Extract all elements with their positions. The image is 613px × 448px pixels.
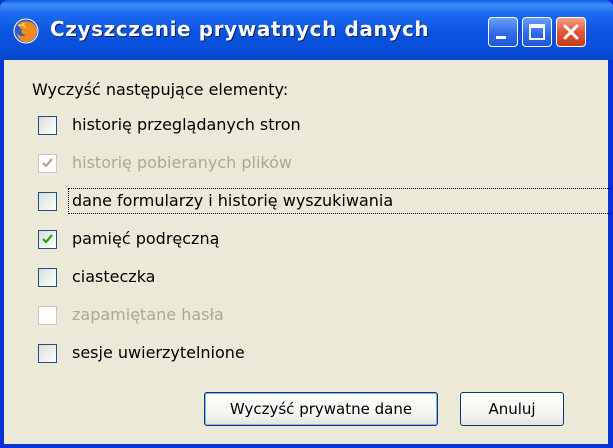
option-label: ciasteczka bbox=[72, 267, 156, 286]
window-title: Czyszczenie prywatnych danych bbox=[50, 17, 430, 41]
close-icon bbox=[563, 24, 579, 40]
maximize-icon bbox=[529, 24, 545, 40]
checkbox[interactable] bbox=[38, 230, 57, 249]
cancel-button[interactable]: Anuluj bbox=[460, 392, 564, 426]
dialog-window: Czyszczenie prywatnych danych Wyczyść na… bbox=[0, 0, 613, 448]
clear-private-data-button[interactable]: Wyczyść prywatne dane bbox=[204, 392, 438, 426]
dialog-body: Wyczyść następujące elementy: historię p… bbox=[4, 60, 613, 444]
option-label: dane formularzy i historię wyszukiwania bbox=[72, 191, 394, 210]
minimize-icon bbox=[496, 36, 506, 39]
minimize-button[interactable] bbox=[488, 17, 518, 47]
firefox-icon bbox=[13, 18, 39, 44]
close-button[interactable] bbox=[556, 17, 586, 47]
checkmark-icon bbox=[42, 234, 53, 244]
checkbox[interactable] bbox=[38, 344, 57, 363]
checkbox[interactable] bbox=[38, 192, 57, 211]
checkbox[interactable] bbox=[38, 116, 57, 135]
title-bar[interactable]: Czyszczenie prywatnych danych bbox=[0, 0, 613, 60]
option-label: historię pobieranych plików bbox=[72, 153, 292, 172]
option-label: zapamiętane hasła bbox=[72, 305, 224, 324]
dialog-heading: Wyczyść następujące elementy: bbox=[32, 80, 289, 99]
checkbox[interactable] bbox=[38, 268, 57, 287]
option-label: historię przeglądanych stron bbox=[72, 115, 301, 134]
option-label: pamięć podręczną bbox=[72, 229, 220, 248]
maximize-button[interactable] bbox=[522, 17, 552, 47]
checkmark-icon bbox=[42, 158, 53, 168]
checkbox[interactable] bbox=[38, 306, 57, 325]
option-label: sesje uwierzytelnione bbox=[72, 343, 245, 362]
checkbox[interactable] bbox=[38, 154, 57, 173]
